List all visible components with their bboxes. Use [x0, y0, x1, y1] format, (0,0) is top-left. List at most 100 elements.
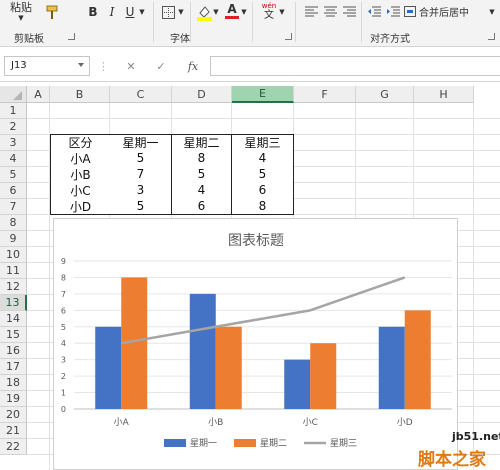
bar-0-1: [189, 293, 216, 409]
row-header-21[interactable]: 21: [0, 423, 27, 439]
y-tick-label: 2: [61, 372, 66, 381]
table-cell[interactable]: 5: [172, 166, 232, 183]
font-color-icon[interactable]: A: [224, 2, 240, 20]
font-launcher-icon[interactable]: [285, 33, 292, 40]
ribbon: 粘贴 ▼ B I U ▼ ▼ ▼ A ▼ wén 文 ▼ 合并后居中 ▼ 剪贴板…: [0, 0, 500, 47]
group-label-clipboard: 剪贴板: [14, 34, 44, 45]
column-header-g[interactable]: G: [356, 86, 414, 103]
align-center-icon[interactable]: [323, 4, 337, 18]
table-header-cell[interactable]: 区分: [50, 134, 111, 151]
legend-marker-0: [164, 439, 186, 447]
table-cell[interactable]: 6: [232, 182, 294, 199]
chevron-down-icon[interactable]: ▼: [212, 6, 220, 18]
table-cell[interactable]: 小C: [50, 182, 111, 199]
border-icon[interactable]: [160, 4, 176, 20]
italic-button[interactable]: I: [105, 4, 119, 20]
column-header-d[interactable]: D: [172, 86, 232, 103]
row-header-10[interactable]: 10: [0, 247, 27, 263]
row-header-6[interactable]: 6: [0, 183, 27, 199]
clipboard-launcher-icon[interactable]: [68, 33, 75, 40]
row-header-14[interactable]: 14: [0, 311, 27, 327]
table-cell[interactable]: 4: [172, 182, 232, 199]
decrease-indent-icon[interactable]: [367, 4, 381, 18]
table-cell[interactable]: 3: [110, 182, 172, 199]
row-header-4[interactable]: 4: [0, 151, 27, 167]
row-header-2[interactable]: 2: [0, 119, 27, 135]
group-label-alignment: 对齐方式: [370, 34, 410, 45]
name-box[interactable]: J13: [4, 56, 90, 76]
bar-1-3: [404, 310, 431, 409]
column-header-f[interactable]: F: [294, 86, 356, 103]
enter-icon[interactable]: ✓: [155, 56, 167, 76]
table-cell[interactable]: 5: [110, 198, 172, 215]
format-painter-icon[interactable]: [42, 3, 62, 23]
align-left-icon[interactable]: [304, 4, 318, 18]
bold-button[interactable]: B: [86, 4, 100, 20]
row-header-11[interactable]: 11: [0, 263, 27, 279]
table-cell[interactable]: 5: [232, 166, 294, 183]
table-cell[interactable]: 4: [232, 150, 294, 167]
row-header-1[interactable]: 1: [0, 103, 27, 119]
chart-title: 图表标题: [228, 233, 284, 249]
table-cell[interactable]: 小A: [50, 150, 111, 167]
table-header-cell[interactable]: 星期三: [232, 134, 294, 151]
column-header-e[interactable]: E: [232, 86, 294, 103]
chevron-down-icon[interactable]: ▼: [278, 6, 286, 18]
column-header-h[interactable]: H: [414, 86, 474, 103]
alignment-launcher-icon[interactable]: [488, 33, 495, 40]
column-header-c[interactable]: C: [110, 86, 172, 103]
table-header-cell[interactable]: 星期一: [110, 134, 172, 151]
chevron-down-icon[interactable]: ▼: [240, 6, 248, 18]
row-header-18[interactable]: 18: [0, 375, 27, 391]
x-tick-label: 小B: [208, 417, 223, 428]
bar-0-0: [95, 326, 122, 409]
phonetic-button[interactable]: wén 文: [260, 0, 278, 22]
chevron-down-icon[interactable]: ▼: [177, 6, 185, 18]
row-header-16[interactable]: 16: [0, 343, 27, 359]
underline-button[interactable]: U: [123, 4, 137, 20]
table-cell[interactable]: 6: [172, 198, 232, 215]
phonetic-char: 文: [264, 9, 274, 21]
merge-center-button[interactable]: 合并后居中: [404, 3, 486, 19]
chart-svg: 图表标题 0 1 2 3 4 5 6 7 8 9 小A 小B 小C 小D 星期一 星期二 星期三: [61, 233, 452, 449]
row-header-12[interactable]: 12: [0, 279, 27, 295]
select-all-corner[interactable]: [0, 86, 27, 103]
increase-indent-icon[interactable]: [386, 4, 400, 18]
paste-button[interactable]: 粘贴 ▼: [2, 2, 40, 28]
chart-area[interactable]: 图表标题 0 1 2 3 4 5 6 7 8 9 小A 小B 小C 小D 星期一 星期二 星期三: [53, 218, 458, 470]
table-cell[interactable]: 8: [232, 198, 294, 215]
table-cell[interactable]: 5: [110, 150, 172, 167]
table-cell[interactable]: 8: [172, 150, 232, 167]
fill-color-icon[interactable]: [196, 3, 212, 21]
row-header-15[interactable]: 15: [0, 327, 27, 343]
row-header-9[interactable]: 9: [0, 231, 27, 247]
row-header-8[interactable]: 8: [0, 215, 27, 231]
watermark-name: 脚本之家: [418, 450, 486, 470]
row-header-5[interactable]: 5: [0, 167, 27, 183]
table-cell[interactable]: 小B: [50, 166, 111, 183]
cancel-icon[interactable]: ✕: [125, 56, 137, 76]
chevron-down-icon[interactable]: ▼: [488, 6, 496, 18]
table-cell[interactable]: 7: [110, 166, 172, 183]
align-right-icon[interactable]: [342, 4, 356, 18]
row-header-7[interactable]: 7: [0, 199, 27, 215]
group-label-font: 字体: [170, 34, 190, 45]
table-cell[interactable]: 小D: [50, 198, 111, 215]
watermark-site: jb51.net: [452, 430, 500, 443]
y-tick-label: 9: [61, 257, 66, 266]
bar-1-2: [310, 343, 337, 409]
formula-input[interactable]: [210, 56, 500, 76]
row-header-19[interactable]: 19: [0, 391, 27, 407]
legend-marker-1: [234, 439, 256, 447]
column-header-a[interactable]: A: [27, 86, 50, 103]
chevron-down-icon[interactable]: ▼: [138, 6, 146, 18]
row-header-13[interactable]: 13: [0, 295, 27, 311]
table-header-cell[interactable]: 星期二: [172, 134, 232, 151]
insert-function-icon[interactable]: fx: [185, 56, 201, 76]
row-header-20[interactable]: 20: [0, 407, 27, 423]
row-header-3[interactable]: 3: [0, 135, 27, 151]
legend-label-0: 星期一: [190, 438, 217, 449]
row-header-22[interactable]: 22: [0, 439, 27, 455]
row-header-17[interactable]: 17: [0, 359, 27, 375]
column-header-b[interactable]: B: [50, 86, 110, 103]
